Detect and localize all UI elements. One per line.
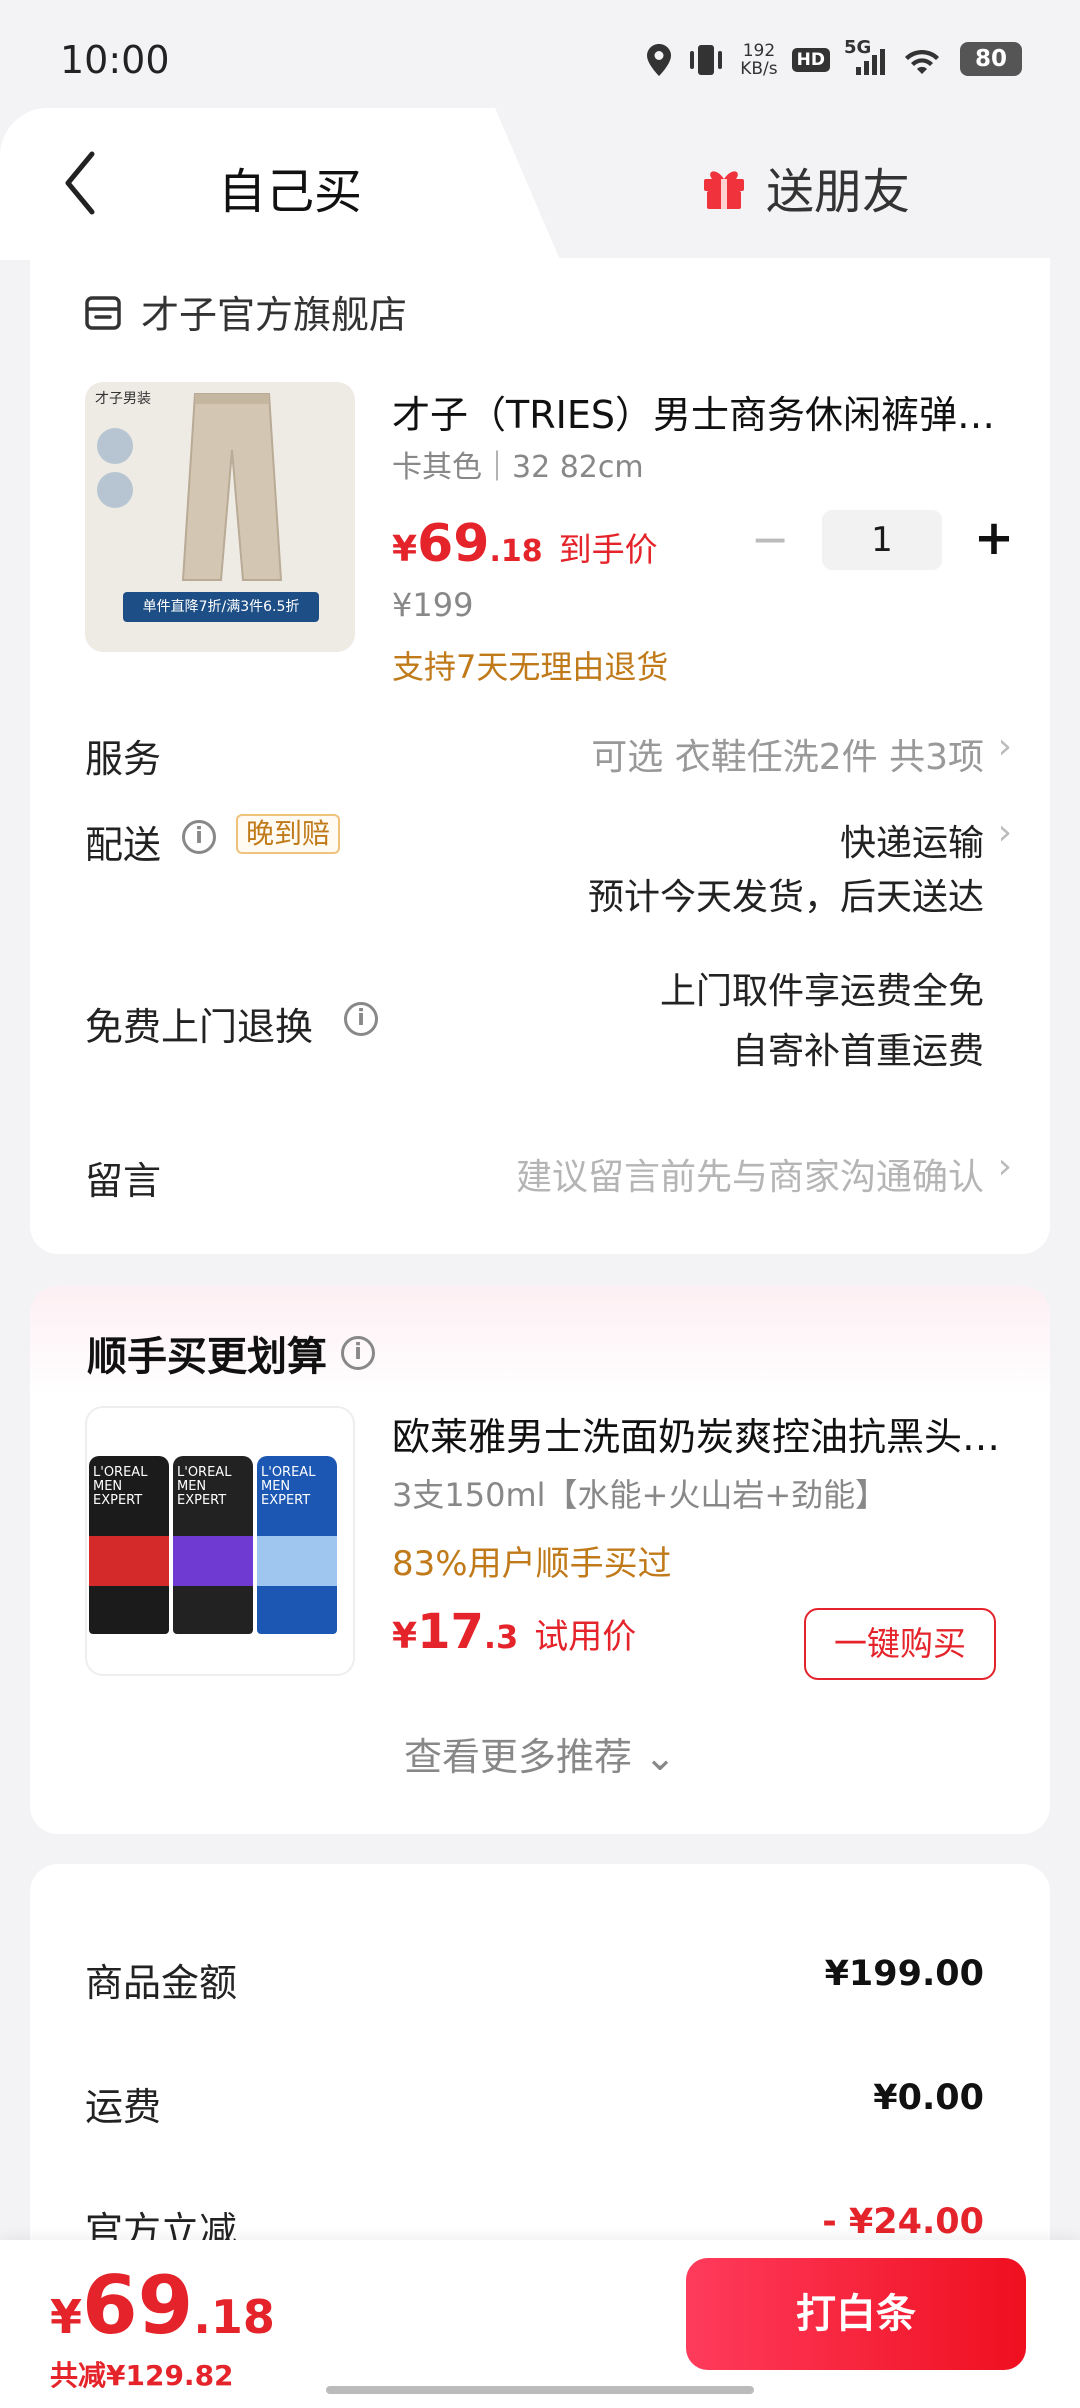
- order-card: 才子官方旗舰店 才子男装 单件直降7折/满3件6.5折 才子（TRIES）男士商…: [30, 258, 1050, 1254]
- delivery-label: 配送: [85, 823, 162, 867]
- product-spec[interactable]: 卡其色｜32 82cm: [392, 442, 644, 486]
- recommend-card: 顺手买更划算 i L'OREAL MEN EXPERT L'OREAL MEN …: [30, 1286, 1050, 1834]
- feature-dot-icon: [97, 472, 133, 508]
- delivery-method[interactable]: 快递运输: [840, 814, 984, 866]
- store-row[interactable]: 才子官方旗舰店: [85, 284, 407, 339]
- total-price: ¥ 69 .18: [50, 2266, 275, 2346]
- tube-brand-text: L'OREAL MEN EXPERT: [261, 1465, 316, 1508]
- return-line1: 上门取件享运费全免: [659, 971, 984, 1012]
- location-icon: [646, 43, 672, 77]
- tab-gift[interactable]: 送朋友: [700, 152, 910, 222]
- feature-dot-icon: [97, 428, 133, 464]
- total-int: 69: [82, 2259, 194, 2352]
- price-yen: ¥: [392, 529, 418, 570]
- info-icon[interactable]: i: [341, 1336, 375, 1370]
- home-indicator[interactable]: [326, 2386, 754, 2394]
- chevron-right-icon[interactable]: ›: [998, 812, 1012, 853]
- info-icon[interactable]: i: [344, 1002, 378, 1036]
- return-line2: 自寄补首重运费: [731, 1031, 984, 1072]
- goods-amount-label: 商品金额: [85, 1961, 238, 2005]
- header-tabs: 自己买 送朋友: [0, 108, 1080, 260]
- tube-purple: L'OREAL MEN EXPERT: [173, 1456, 253, 1634]
- status-icons: 192 KB/s HD 5G 80: [646, 37, 1022, 82]
- late-compensation-badge: 晚到赔: [236, 814, 341, 854]
- pay-button[interactable]: 打白条: [686, 2258, 1026, 2370]
- rec-price-int: 17: [417, 1604, 484, 1660]
- battery-icon: 80: [960, 42, 1022, 76]
- one-click-buy-button[interactable]: 一键购买: [804, 1608, 996, 1680]
- quantity-minus-button[interactable]: −: [740, 510, 800, 570]
- net-speed-value: 192: [742, 41, 776, 61]
- message-label: 留言: [85, 1159, 162, 1203]
- tube-brand-text: L'OREAL MEN EXPERT: [93, 1465, 148, 1508]
- price-dec: .18: [489, 534, 543, 569]
- rec-price-yen: ¥: [392, 1616, 418, 1657]
- quantity-input[interactable]: 1: [822, 510, 942, 570]
- tube-blue: L'OREAL MEN EXPERT: [257, 1456, 337, 1634]
- product-image[interactable]: 才子男装 单件直降7折/满3件6.5折: [85, 382, 355, 652]
- total-saved[interactable]: 共减¥129.82: [50, 2354, 234, 2394]
- brand-logo: 才子男装: [95, 391, 151, 407]
- total-dec: .18: [193, 2290, 275, 2344]
- return-label: 免费上门退换: [85, 1005, 314, 1049]
- price-tag: 到手价: [558, 530, 658, 569]
- product-promo-banner: 单件直降7折/满3件6.5折: [123, 592, 319, 622]
- chevron-right-icon[interactable]: ›: [998, 1146, 1012, 1187]
- total-yen: ¥: [50, 2290, 83, 2344]
- status-bar: 10:00 192 KB/s HD 5G 80: [0, 0, 1080, 110]
- recommend-image[interactable]: L'OREAL MEN EXPERT L'OREAL MEN EXPERT L'…: [85, 1406, 355, 1676]
- quantity-plus-button[interactable]: +: [964, 510, 1024, 570]
- tube-brand-text: L'OREAL MEN EXPERT: [177, 1465, 232, 1508]
- recommend-title: 顺手买更划算 i: [87, 1324, 375, 1382]
- discount-value: - ¥24.00: [822, 2202, 984, 2242]
- pants-illustration: [181, 393, 283, 581]
- rec-price-tag: 试用价: [534, 1617, 637, 1657]
- info-icon[interactable]: i: [182, 820, 216, 854]
- goods-amount-value: ¥199.00: [824, 1954, 984, 1994]
- net-speed: 192 KB/s: [740, 42, 777, 78]
- net-speed-unit: KB/s: [740, 59, 778, 79]
- shipping-value: ¥0.00: [873, 2078, 984, 2118]
- quantity-stepper: − 1 +: [740, 510, 1024, 570]
- more-recommend-link[interactable]: 查看更多推荐 ⌄: [30, 1726, 1050, 1781]
- tab-gift-label: 送朋友: [766, 164, 911, 220]
- recommend-spec: 3支150ml【水能+火山岩+劲能】: [392, 1476, 888, 1514]
- message-input[interactable]: 建议留言前先与商家沟通确认: [516, 1148, 984, 1200]
- original-price: ¥199: [392, 586, 474, 624]
- store-icon: [85, 295, 121, 330]
- vibrate-icon: [686, 43, 726, 77]
- product-title[interactable]: 才子（TRIES）男士商务休闲裤弹力直筒西裤: [392, 384, 1012, 439]
- chevron-right-icon[interactable]: ›: [998, 726, 1012, 767]
- network-type: 5G: [844, 37, 872, 58]
- service-label: 服务: [85, 737, 162, 781]
- shipping-label: 运费: [85, 2085, 162, 2129]
- tab-self[interactable]: 自己买: [218, 152, 362, 222]
- rec-price-dec: .3: [483, 1618, 519, 1656]
- wifi-icon: [902, 44, 942, 76]
- price-int: 69: [417, 514, 490, 574]
- service-value[interactable]: 可选 衣鞋任洗2件 共3项: [591, 728, 984, 780]
- bottom-bar: ¥ 69 .18 共减¥129.82 打白条: [0, 2240, 1080, 2408]
- back-icon[interactable]: [60, 150, 100, 216]
- signal-icon: 5G: [844, 37, 888, 77]
- store-name: 才子官方旗舰店: [141, 293, 408, 337]
- delivery-eta: 预计今天发货，后天送达: [587, 877, 984, 918]
- recommend-price: ¥ 17 .3 试用价: [392, 1604, 636, 1660]
- gift-icon: [700, 163, 748, 211]
- hd-icon: HD: [791, 48, 830, 72]
- recommend-title-text: 顺手买更划算: [87, 1334, 327, 1380]
- tube-red: L'OREAL MEN EXPERT: [89, 1456, 169, 1634]
- product-price: ¥ 69 .18 到手价: [392, 514, 658, 574]
- recommend-name[interactable]: 欧莱雅男士洗面奶炭爽控油抗黑头洁面膏: [392, 1406, 1012, 1461]
- status-time: 10:00: [60, 38, 170, 82]
- return-policy: 支持7天无理由退货: [392, 648, 669, 686]
- recommend-stat: 83%用户顺手买过: [392, 1544, 672, 1584]
